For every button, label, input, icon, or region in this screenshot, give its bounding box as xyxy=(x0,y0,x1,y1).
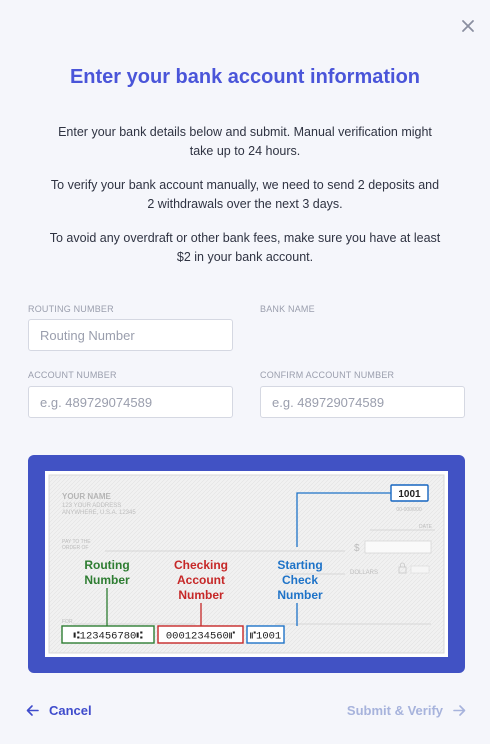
routing-number-caption-line1: Routing xyxy=(84,558,129,572)
security-features-badge xyxy=(410,565,430,574)
routing-number-caption-line2: Number xyxy=(84,573,130,587)
starting-check-caption-line2: Check xyxy=(282,573,318,587)
arrow-right-icon xyxy=(453,705,466,716)
page-title: Enter your bank account information xyxy=(69,66,421,88)
checking-account-caption-line3: Number xyxy=(178,588,224,602)
check-for-label: FOR xyxy=(62,619,73,625)
check-address-line-1: 123 YOUR ADDRESS xyxy=(62,503,121,509)
submit-verify-button[interactable]: Submit & Verify xyxy=(347,703,466,718)
cancel-label: Cancel xyxy=(49,703,92,718)
checking-account-caption-line2: Account xyxy=(177,573,225,587)
check-number: 1001 xyxy=(398,489,421,500)
checking-account-caption-line1: Checking xyxy=(174,558,228,572)
routing-number-input[interactable] xyxy=(28,319,233,351)
starting-check-caption-line1: Starting xyxy=(277,558,322,572)
submit-verify-label: Submit & Verify xyxy=(346,703,443,718)
cancel-button[interactable]: Cancel xyxy=(26,703,92,718)
check-order-of-label: ORDER OF xyxy=(62,545,88,551)
check-dollar-sign: $ xyxy=(354,543,360,554)
check-amount-box xyxy=(364,540,432,554)
micr-routing-number: ⑆123456780⑆ xyxy=(73,631,143,643)
deposits-paragraph: To verify your bank account manually, we… xyxy=(50,178,440,211)
micr-account-number: 0001234560⑈ xyxy=(166,631,236,643)
check-address-line-2: ANYWHERE, U.S.A. 12345 xyxy=(62,510,136,516)
account-number-label: ACCOUNT NUMBER xyxy=(28,370,117,380)
arrow-left-icon xyxy=(26,705,39,716)
starting-check-caption-line3: Number xyxy=(277,588,323,602)
check-fraction: 00-000/000 xyxy=(396,507,422,513)
intro-paragraph: Enter your bank details below and submit… xyxy=(58,125,432,158)
check-date-label: DATE xyxy=(419,524,433,530)
overdraft-paragraph: To avoid any overdraft or other bank fee… xyxy=(49,231,441,264)
check-owner-name: YOUR NAME xyxy=(62,492,112,501)
confirm-account-number-label: CONFIRM ACCOUNT NUMBER xyxy=(260,370,395,380)
micr-check-number: ⑈1001 xyxy=(250,631,282,643)
check-illustration: YOUR NAME 123 YOUR ADDRESS ANYWHERE, U.S… xyxy=(45,471,448,657)
confirm-account-number-input[interactable] xyxy=(260,386,465,418)
account-number-input[interactable] xyxy=(28,386,233,418)
check-dollars-label: DOLLARS xyxy=(350,570,378,576)
close-icon[interactable] xyxy=(460,18,476,34)
check-diagram-panel: YOUR NAME 123 YOUR ADDRESS ANYWHERE, U.S… xyxy=(28,455,465,673)
bank-name-label: BANK NAME xyxy=(260,304,315,314)
routing-number-label: ROUTING NUMBER xyxy=(28,304,114,314)
